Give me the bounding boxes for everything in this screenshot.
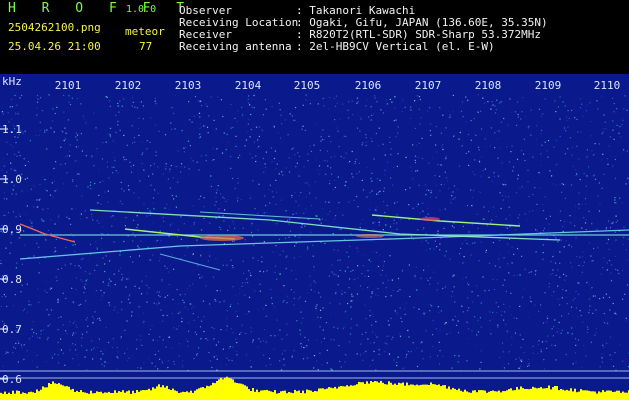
echo-blob [356,234,384,238]
time-tick-label: 2103 [175,79,202,92]
freq-tick-label: 0.8 [2,273,22,286]
file-name: 2504262100.png [8,21,101,34]
freq-tick-label: 1.1 [2,123,22,136]
antenna-value: : 2el-HB9CV Vertical (el. E-W) [296,40,495,53]
spectrogram: kHz 2101 2102 2103 2104 2105 2106 2107 2… [0,74,629,400]
time-tick-label: 2110 [594,79,621,92]
freq-unit-label: kHz [2,75,22,88]
time-tick-label: 2106 [355,79,382,92]
time-tick-label: 2107 [415,79,442,92]
time-tick-label: 2104 [235,79,262,92]
time-tick-label: 2102 [115,79,142,92]
freq-tick-label: 0.6 [2,373,22,386]
time-tick-label: 2101 [55,79,82,92]
detector-label: meteor [125,25,165,38]
header-panel: H R O F F T 1.0.0 2504262100.png 25.04.2… [0,0,629,74]
meteor-count: 77 [139,40,153,53]
echo-blob [200,235,244,241]
antenna-label: Receiving antenna [179,40,292,53]
echo-blob [420,217,440,221]
time-tick-label: 2105 [294,79,321,92]
time-tick-label: 2108 [475,79,502,92]
freq-tick-label: 0.9 [2,223,22,236]
app-version: 1.0.0 [126,4,157,15]
time-tick-label: 2109 [535,79,562,92]
timestamp: 25.04.26 21:00 [8,40,101,53]
spectrogram-background [0,74,629,400]
app-title: H R O F F T [8,1,194,16]
freq-tick-label: 0.7 [2,323,22,336]
freq-tick-label: 1.0 [2,173,22,186]
